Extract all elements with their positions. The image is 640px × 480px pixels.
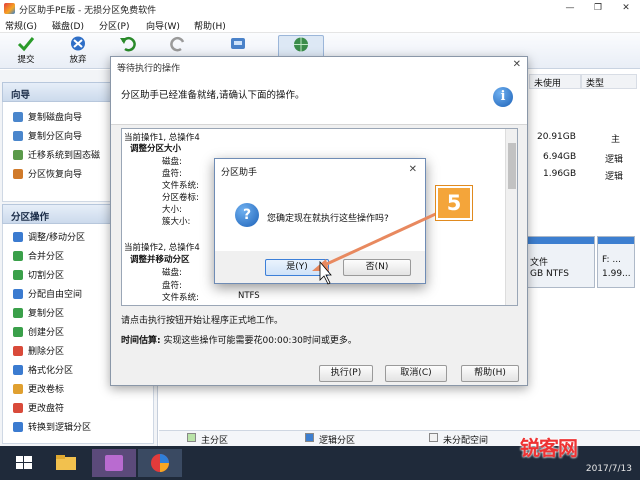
annotation-arrow <box>312 210 441 285</box>
windows-icon <box>16 456 32 469</box>
app-taskbar-button-1[interactable] <box>92 449 136 477</box>
start-button[interactable] <box>4 449 44 477</box>
partition-assistant-icon <box>151 454 169 472</box>
step-badge: 5 <box>436 186 472 220</box>
explorer-taskbar-button[interactable] <box>46 449 86 477</box>
folder-icon <box>56 455 76 470</box>
system-tray-date: 2017/7/13 <box>585 464 632 474</box>
watermark-logo: 锐客网 <box>520 436 578 460</box>
tool-app-icon <box>105 455 123 471</box>
app-taskbar-button-2[interactable] <box>138 449 182 477</box>
